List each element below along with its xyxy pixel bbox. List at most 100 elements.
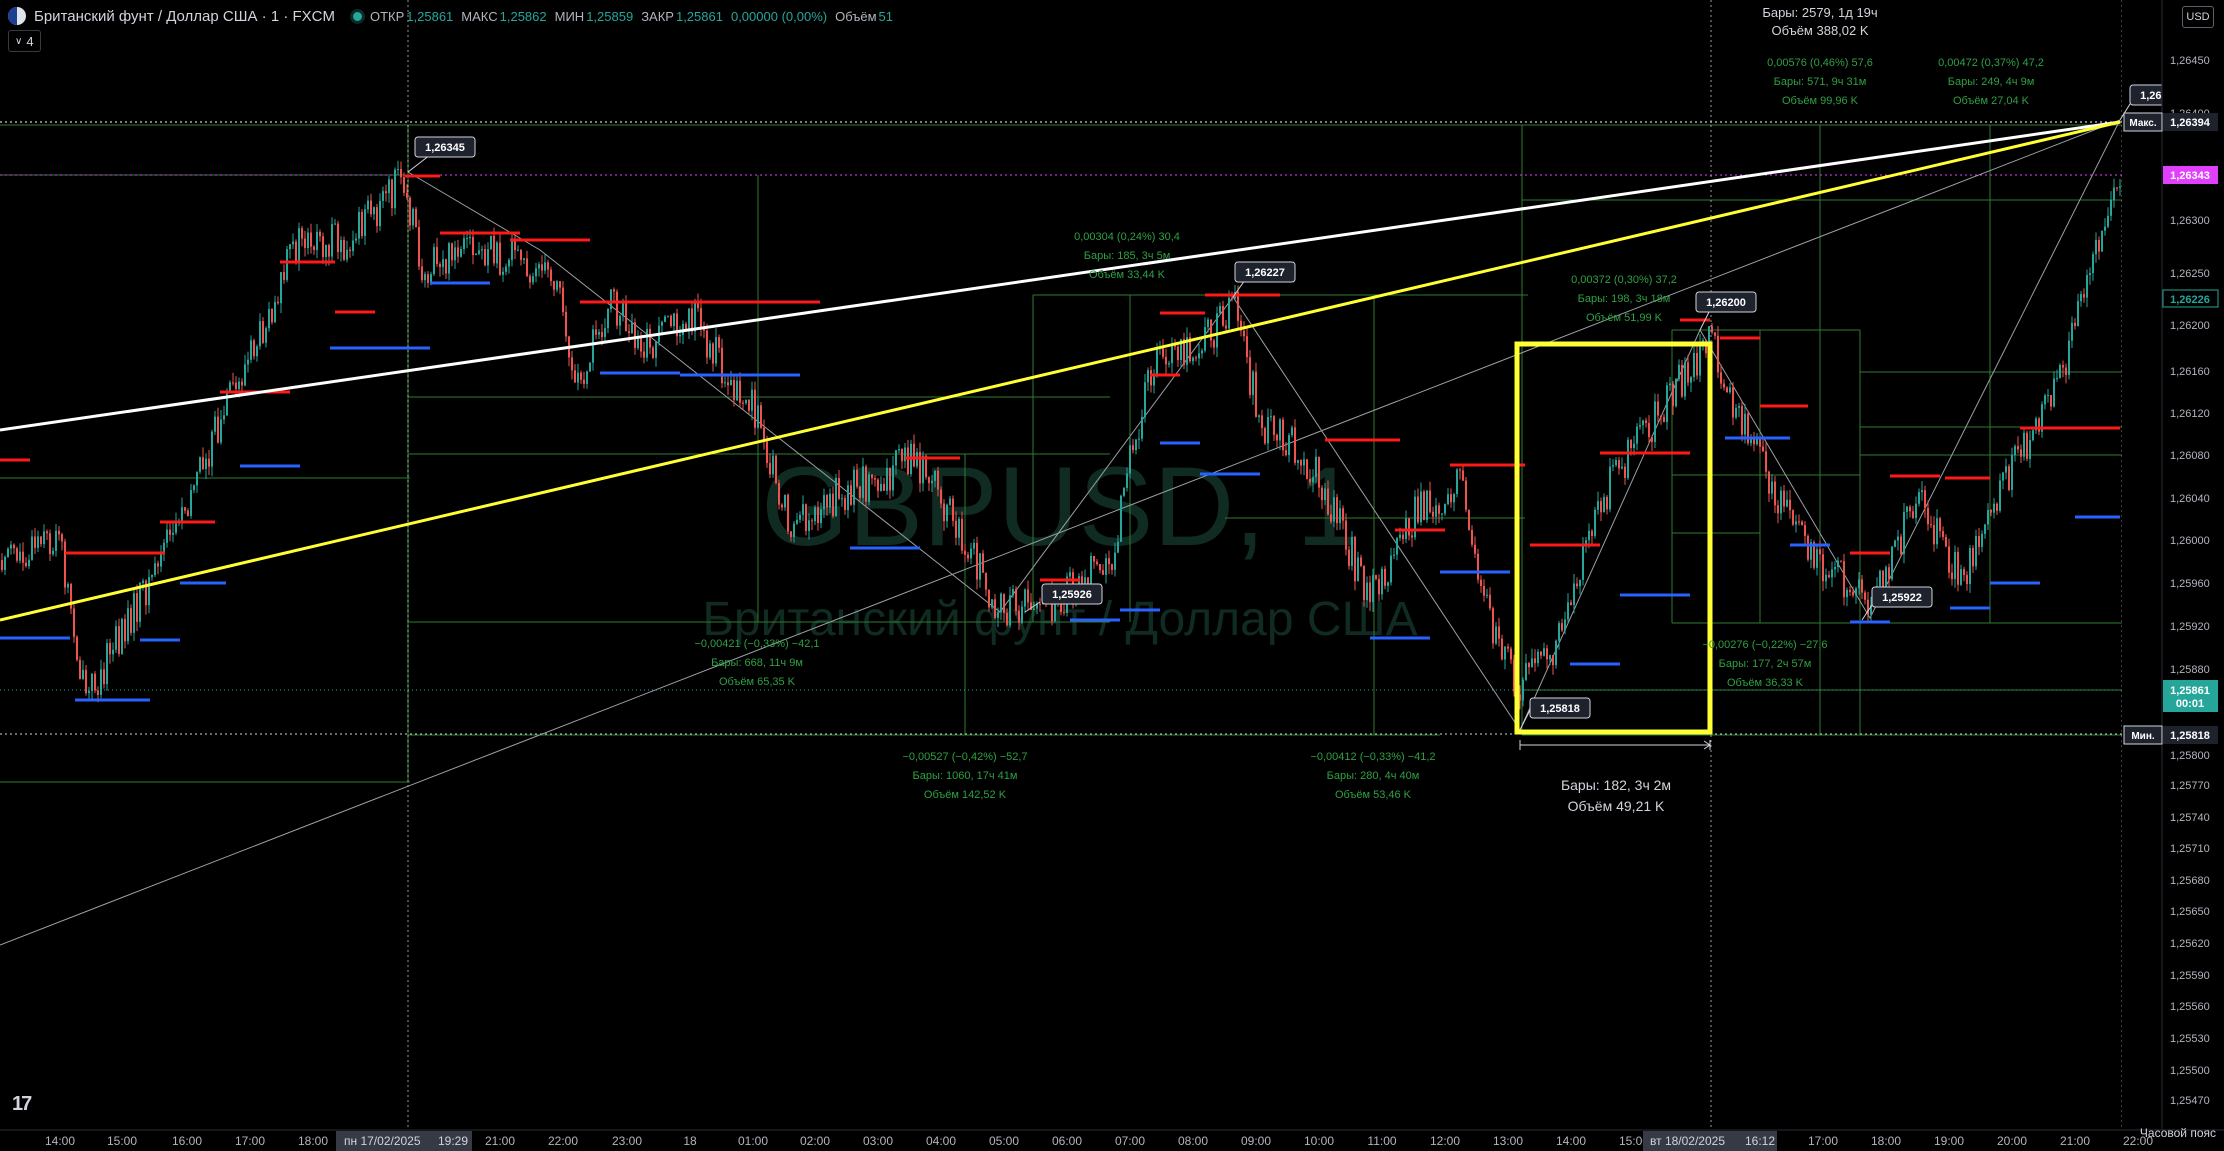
candle-body: [1108, 558, 1110, 565]
candle-body: [679, 334, 681, 337]
candle-body: [1486, 594, 1488, 596]
candle-body: [1435, 505, 1437, 517]
candle-body: [661, 321, 663, 326]
price-tick-label: 1,25770: [2170, 780, 2210, 792]
candle-body: [1849, 589, 1851, 592]
candle-body: [832, 493, 834, 517]
symbol-header[interactable]: Британский фунт / Доллар США · 1 · FXCM …: [8, 6, 893, 26]
candle-body: [1426, 490, 1428, 521]
candle-body: [808, 520, 810, 531]
candle-body: [217, 416, 219, 443]
candle-body: [973, 542, 975, 549]
candle-body: [967, 554, 969, 559]
candle-body: [4, 556, 6, 570]
measure-bars: Бары: 571, 9ч 31м: [1774, 76, 1867, 88]
candle-body: [541, 264, 543, 271]
candle-body: [247, 359, 249, 365]
candle-body: [1726, 387, 1728, 393]
candle-body: [199, 457, 201, 472]
candle-body: [991, 599, 993, 608]
tradingview-logo-icon[interactable]: 17: [12, 1093, 32, 1116]
candle-body: [1444, 503, 1446, 514]
candle-body: [2059, 365, 2061, 378]
candle-body: [1135, 439, 1137, 451]
candle-body: [1801, 521, 1803, 526]
candle-body: [1936, 518, 1938, 545]
price-tick-label: 1,26000: [2170, 535, 2210, 547]
candle-body: [1099, 563, 1101, 571]
candle-body: [46, 531, 48, 534]
candle-body: [448, 243, 450, 274]
candle-body: [58, 530, 60, 535]
candle-body: [1756, 439, 1758, 445]
time-tick-label: 01:00: [738, 1134, 768, 1148]
open-value: 1,25861: [406, 8, 454, 24]
candle-body: [1480, 579, 1482, 586]
candle-body: [1567, 602, 1569, 620]
svg-text:1,25922: 1,25922: [1882, 592, 1922, 604]
price-tick-label: 1,26300: [2170, 215, 2210, 227]
candle-body: [1297, 460, 1299, 463]
candle-body: [1783, 490, 1785, 507]
candle-body: [1669, 383, 1671, 386]
candle-body: [298, 228, 300, 263]
candle-body: [1681, 364, 1683, 397]
close-value: 1,25861: [675, 8, 723, 24]
candle-body: [1957, 551, 1959, 585]
measure-change: 0,00576 (0,46%) 57,6: [1767, 57, 1873, 69]
candle-body: [1984, 524, 1986, 534]
svg-text:1,26345: 1,26345: [425, 142, 465, 154]
candle-body: [1825, 574, 1827, 582]
high-value: 1,25862: [499, 8, 547, 24]
candle-body: [1894, 540, 1896, 547]
candle-body: [976, 542, 978, 580]
candle-body: [403, 177, 405, 193]
candle-body: [1912, 511, 1914, 518]
candle-body: [1204, 327, 1206, 351]
svg-text:1,26227: 1,26227: [1245, 267, 1285, 279]
candle-body: [292, 241, 294, 245]
candle-body: [1618, 460, 1620, 469]
measure-change: −0,00276 (−0,22%) −27,6: [1702, 639, 1827, 651]
candle-body: [493, 235, 495, 264]
candle-body: [1177, 346, 1179, 361]
candle-body: [631, 322, 633, 334]
indicators-toggle-button[interactable]: ∨ 4: [8, 30, 41, 52]
chart-canvas[interactable]: GBPUSD, 1 Британский фунт / Доллар США Б…: [0, 0, 2224, 1151]
candle-body: [955, 520, 957, 538]
candle-body: [1630, 439, 1632, 449]
candle-body: [1255, 371, 1257, 417]
candle-body: [790, 531, 792, 537]
candle-body: [655, 341, 657, 358]
candle-body: [805, 504, 807, 531]
candle-body: [352, 240, 354, 251]
candle-body: [1495, 626, 1497, 644]
candle-body: [472, 236, 474, 256]
candle-body: [1834, 567, 1836, 570]
candle-body: [994, 599, 996, 618]
candle-body: [1492, 608, 1494, 644]
candle-body: [517, 249, 519, 251]
candle-body: [1978, 536, 1980, 547]
measure-volume: Объём 142,52 K: [924, 789, 1007, 801]
candle-body: [970, 548, 972, 559]
high-label: МАКС: [461, 8, 498, 24]
candle-body: [133, 593, 135, 633]
candle-body: [49, 533, 51, 555]
symbol-title[interactable]: Британский фунт / Доллар США · 1 · FXCM: [34, 8, 335, 25]
candle-body: [526, 258, 528, 277]
measure-volume: Объём 36,33 K: [1727, 677, 1804, 689]
candle-body: [505, 266, 507, 272]
candle-body: [694, 301, 696, 332]
currency-button[interactable]: USD: [2182, 6, 2214, 28]
candle-body: [1213, 340, 1215, 348]
candle-body: [2083, 294, 2085, 298]
candle-body: [202, 457, 204, 470]
candle-body: [1309, 478, 1311, 483]
candle-body: [394, 169, 396, 209]
candle-body: [115, 626, 117, 650]
timezone-button[interactable]: Часовой пояс: [2140, 1126, 2216, 1140]
candle-body: [1489, 594, 1491, 609]
candle-body: [16, 548, 18, 561]
candle-body: [127, 608, 129, 642]
